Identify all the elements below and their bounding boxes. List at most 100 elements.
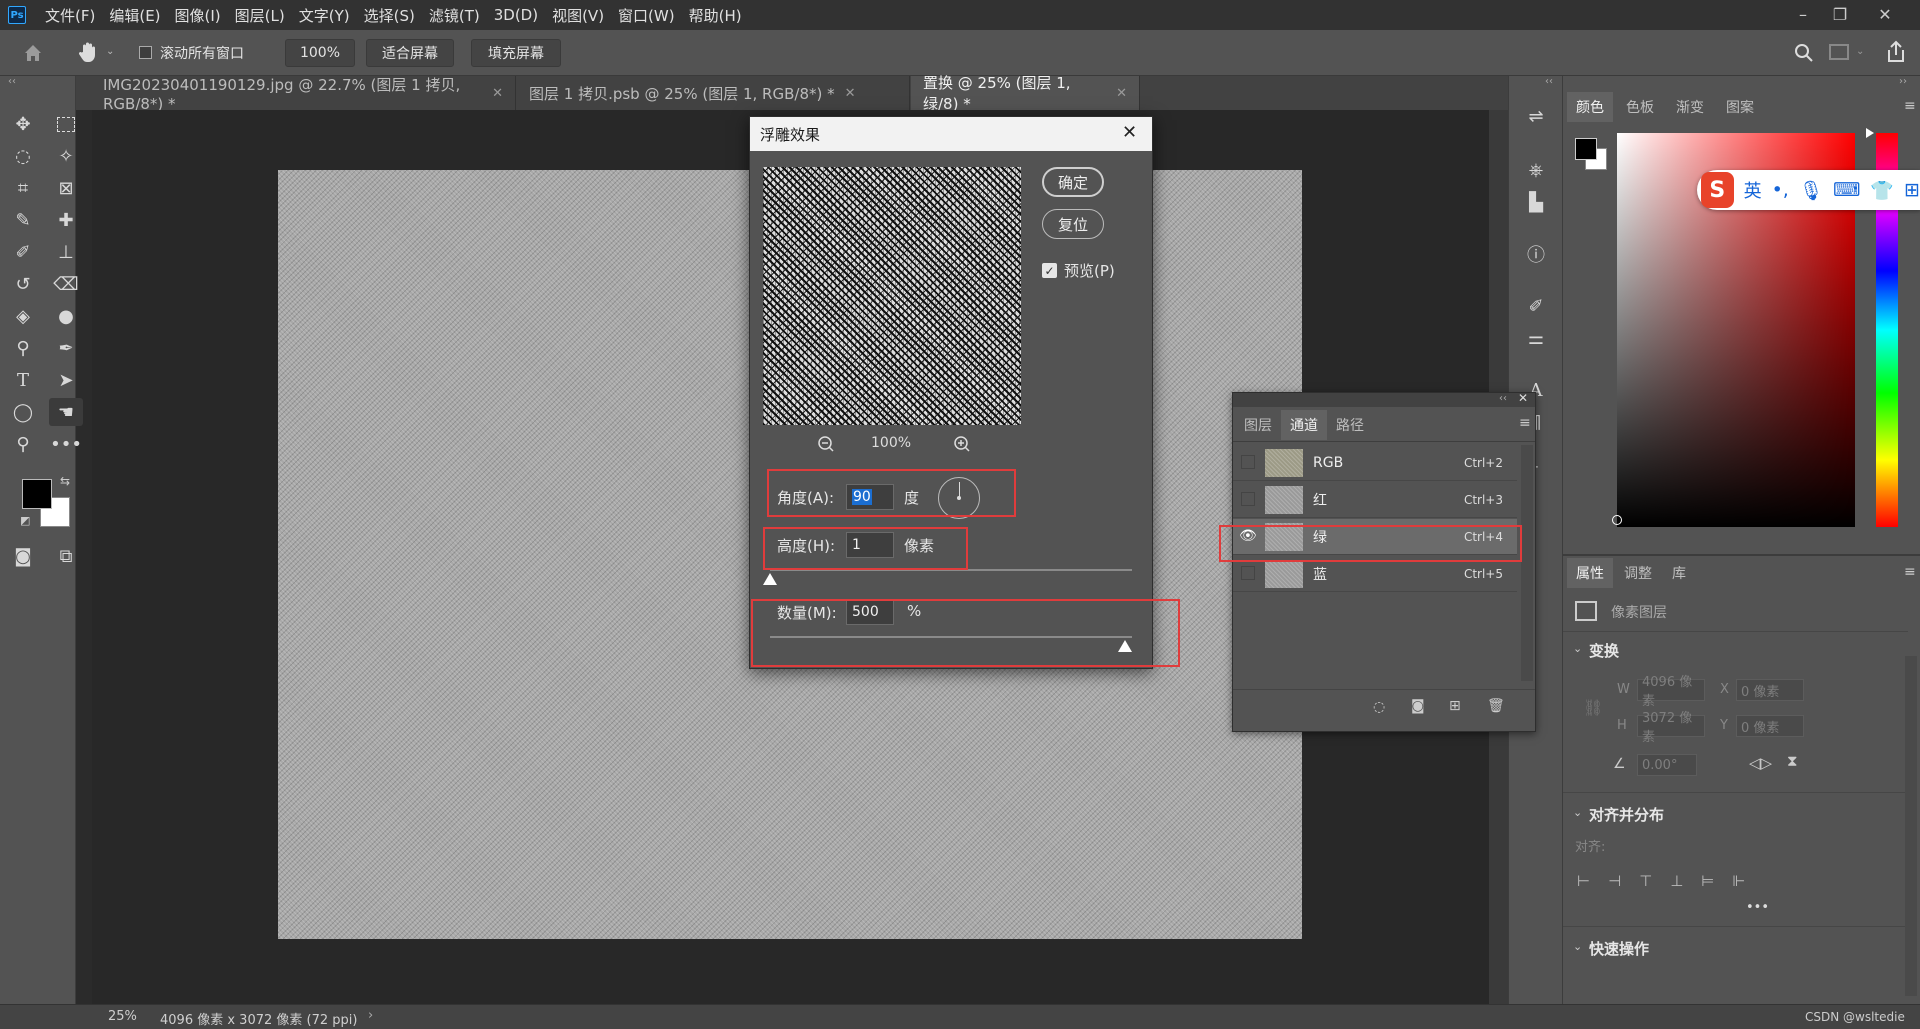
scroll-all-checkbox[interactable] [139,46,152,59]
transform-chevron-icon[interactable]: ⌄ [1573,642,1582,655]
tab-channels[interactable]: 通道 [1281,410,1327,440]
tab-displace[interactable]: 置换 @ 25% (图层 1, 绿/8) * ✕ [911,74,1140,113]
blur-tool-icon[interactable]: ● [51,302,81,330]
fit-screen-button[interactable]: 适合屏幕 [366,39,454,67]
flip-horizontal-icon[interactable]: ◁▷ [1749,754,1772,772]
zoom-in-icon[interactable] [953,435,971,457]
zoom-100-button[interactable]: 100% [285,39,355,67]
menu-file[interactable]: 文件(F) [38,5,102,26]
align-chevron-icon[interactable]: ⌄ [1573,806,1582,819]
tab-gradient[interactable]: 渐变 [1667,92,1713,122]
path-select-icon[interactable]: ➤ [51,366,81,394]
channels-scrollbar[interactable] [1521,445,1533,681]
expand-icon[interactable]: ‹‹ [1545,76,1553,87]
screen-mode-icon[interactable]: ⧉ [51,542,81,570]
tab-paths[interactable]: 路径 [1327,410,1373,440]
eyedropper-icon[interactable]: ✎ [8,206,38,234]
zoom-out-icon[interactable] [817,435,835,457]
hue-slider-handle[interactable] [1866,128,1874,138]
menu-3d[interactable]: 3D(D) [487,6,545,24]
zoom-tool-icon[interactable]: ⚲ [8,430,38,458]
panel-close-icon[interactable]: ✕ [1518,391,1528,405]
close-tab-icon[interactable]: ✕ [845,86,856,101]
channel-row-rgb[interactable]: RGB Ctrl+2 [1233,445,1517,481]
history-panel-icon[interactable]: ⇌ [1521,102,1551,130]
fill-screen-button[interactable]: 填充屏幕 [471,39,561,67]
preview-checkbox[interactable]: ✓ [1042,263,1057,278]
crop-tool-icon[interactable]: ⌗ [8,174,38,202]
search-icon[interactable] [1793,42,1815,68]
menu-type[interactable]: 文字(Y) [292,5,357,26]
close-window-button[interactable]: ✕ [1868,0,1902,28]
ime-toolbox-icon[interactable]: ⊞ [1904,179,1920,201]
default-colors-icon[interactable]: ◩ [20,514,30,527]
delete-channel-icon[interactable]: 🗑 [1487,698,1505,714]
close-tab-icon[interactable]: ✕ [1116,86,1127,101]
flip-vertical-icon[interactable]: ⧗ [1787,752,1798,770]
more-tools-icon[interactable]: ••• [50,430,82,458]
tab-properties[interactable]: 属性 [1567,558,1613,588]
restore-button[interactable]: ❐ [1823,0,1857,28]
angle-field[interactable]: 0.00° [1637,754,1697,776]
height-field[interactable]: 3072 像素 [1637,711,1705,745]
status-arrow-icon[interactable]: › [368,1008,373,1023]
healing-brush-icon[interactable]: ✚ [51,206,81,234]
more-options-icon[interactable]: ••• [1746,900,1769,915]
info-panel-icon[interactable]: ⓘ [1521,240,1551,268]
ime-punct-icon[interactable]: •, [1772,179,1789,201]
menu-image[interactable]: 图像(I) [168,5,228,26]
visibility-toggle[interactable] [1241,566,1255,580]
home-icon[interactable] [22,42,44,64]
dialog-close-icon[interactable]: ✕ [1122,122,1137,143]
tab-color[interactable]: 颜色 [1567,92,1613,122]
share-icon[interactable] [1885,40,1907,68]
histogram-panel-icon[interactable]: ▙ [1521,188,1551,216]
type-tool-icon[interactable]: T [8,366,38,394]
reset-button[interactable]: 复位 [1042,209,1104,239]
foreground-color-swatch[interactable] [22,479,52,509]
channel-row-red[interactable]: 红 Ctrl+3 [1233,482,1517,518]
y-field[interactable]: 0 像素 [1736,715,1804,737]
filter-preview[interactable] [763,167,1021,425]
height-slider-thumb[interactable] [763,573,777,585]
brush-settings-icon[interactable]: ✐ [1521,292,1551,320]
paint-bucket-icon[interactable]: ◈ [8,302,38,330]
hand-tool-active-icon[interactable]: ☚ [49,398,83,426]
menu-view[interactable]: 视图(V) [545,5,611,26]
navigator-panel-icon[interactable]: ⎈ [1521,156,1551,184]
tab-patterns[interactable]: 图案 [1717,92,1763,122]
panel-collapse-icon[interactable]: ›› [1899,76,1907,87]
quick-mask-icon[interactable]: ◙ [8,542,38,570]
color-picker-marker[interactable] [1612,515,1622,525]
chevron-down-icon[interactable]: ⌄ [106,46,114,57]
align-buttons-icon[interactable]: ⊢⊣⊤⊥⊨⊩ [1577,872,1763,890]
tab-libraries[interactable]: 库 [1663,558,1695,588]
ime-toolbar[interactable]: S 英 •, 🎙 ⌨ 👕 ⊞ [1697,170,1920,210]
lasso-tool-icon[interactable]: ◌ [8,142,38,170]
new-channel-icon[interactable]: ⊞ [1449,698,1461,714]
dodge-tool-icon[interactable]: ⚲ [8,334,38,362]
eraser-tool-icon[interactable]: ⌫ [51,270,81,298]
tab-layer-psb[interactable]: 图层 1 拷贝.psb @ 25% (图层 1, RGB/8*) * ✕ [517,76,910,110]
close-tab-icon[interactable]: ✕ [492,86,503,101]
menu-help[interactable]: 帮助(H) [682,5,749,26]
color-fg-swatch[interactable] [1575,138,1597,160]
collapse-icon[interactable]: ‹‹ [8,76,16,87]
stamp-tool-icon[interactable]: ⊥ [51,238,81,266]
save-selection-icon[interactable]: ◙ [1411,698,1425,714]
tab-img-jpg[interactable]: IMG20230401190129.jpg @ 22.7% (图层 1 拷贝, … [91,76,516,113]
channels-menu-icon[interactable]: ≡ [1519,415,1531,431]
tab-swatches[interactable]: 色板 [1617,92,1663,122]
menu-filter[interactable]: 滤镜(T) [422,5,487,26]
visibility-toggle[interactable] [1241,492,1255,506]
ime-lang-label[interactable]: 英 [1744,177,1762,203]
move-tool-icon[interactable]: ✥ [8,110,38,138]
load-selection-icon[interactable]: ◌ [1373,699,1385,715]
hand-tool-icon[interactable] [76,40,100,64]
panel-menu-icon[interactable]: ≡ [1904,98,1916,114]
visibility-toggle[interactable] [1241,455,1255,469]
history-brush-icon[interactable]: ↺ [8,270,38,298]
workspace-chevron-icon[interactable]: ⌄ [1856,46,1864,57]
properties-scrollbar[interactable] [1905,656,1917,996]
magic-wand-icon[interactable]: ✧ [51,142,81,170]
